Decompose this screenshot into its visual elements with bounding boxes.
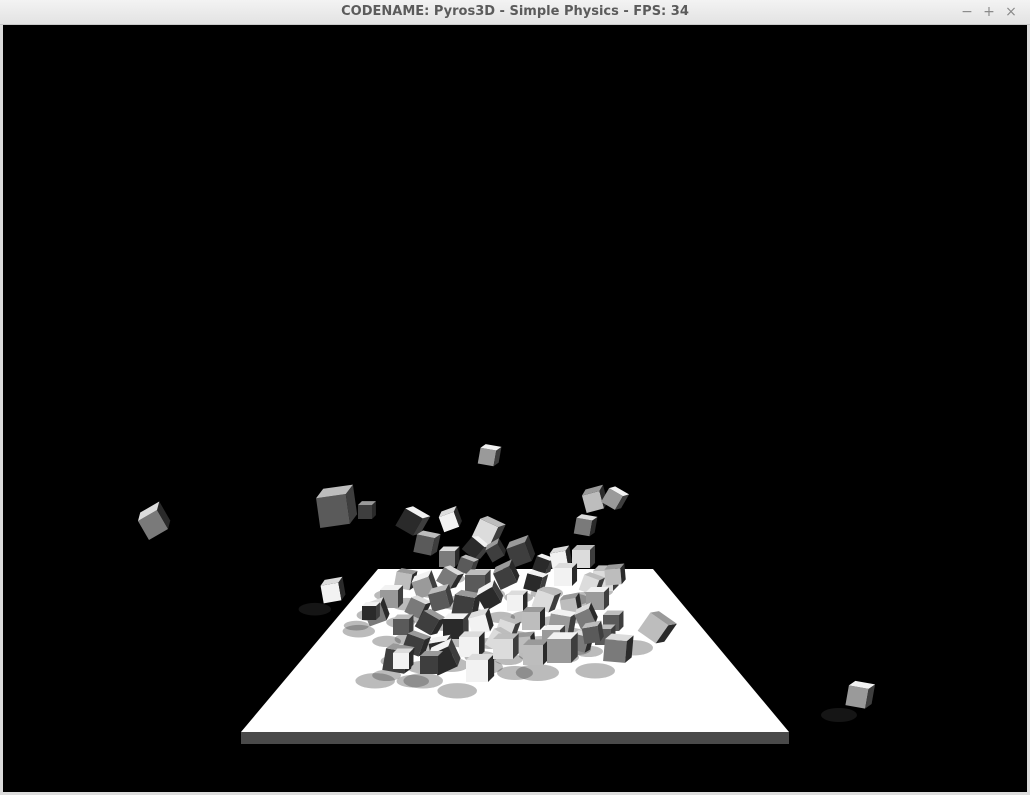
render-viewport[interactable] bbox=[3, 25, 1027, 792]
cube-shadow bbox=[298, 602, 331, 616]
cube-shadow bbox=[515, 664, 560, 681]
physics-cube bbox=[438, 506, 462, 533]
cube-shadow bbox=[437, 683, 478, 699]
physics-cube bbox=[604, 563, 626, 586]
physics-cube bbox=[547, 632, 578, 663]
physics-scene bbox=[137, 444, 876, 744]
platform-edge bbox=[241, 732, 789, 744]
physics-cube bbox=[573, 514, 598, 537]
physics-cube bbox=[358, 501, 376, 519]
window-title: CODENAME: Pyros3D - Simple Physics - FPS… bbox=[341, 4, 689, 19]
maximize-button[interactable]: + bbox=[980, 2, 998, 22]
physics-cube bbox=[601, 486, 630, 510]
title-bar[interactable]: CODENAME: Pyros3D - Simple Physics - FPS… bbox=[0, 0, 1030, 25]
physics-cube bbox=[466, 653, 495, 682]
cube-shadow bbox=[343, 620, 369, 631]
physics-cube bbox=[845, 680, 876, 709]
app-window: CODENAME: Pyros3D - Simple Physics - FPS… bbox=[0, 0, 1030, 795]
physics-cube bbox=[493, 633, 519, 659]
physics-cube bbox=[523, 639, 549, 665]
minimize-button[interactable]: − bbox=[958, 2, 976, 22]
physics-cube bbox=[420, 650, 444, 674]
physics-cube bbox=[603, 633, 634, 663]
physics-cube bbox=[554, 562, 578, 586]
physics-cube bbox=[439, 546, 460, 567]
physics-cube bbox=[393, 614, 414, 635]
window-controls: − + × bbox=[958, 2, 1020, 22]
physics-cube bbox=[137, 501, 171, 541]
physics-cube bbox=[477, 444, 502, 467]
physics-cube bbox=[522, 606, 546, 630]
physics-cube bbox=[459, 631, 485, 657]
close-button[interactable]: × bbox=[1002, 2, 1020, 22]
cube-shadow bbox=[575, 663, 615, 679]
cube-shadow bbox=[821, 708, 857, 722]
physics-cube bbox=[320, 576, 346, 604]
physics-cube bbox=[393, 648, 414, 669]
physics-cube bbox=[507, 590, 528, 611]
physics-cube bbox=[316, 484, 358, 528]
physics-cube bbox=[362, 602, 380, 620]
cube-shadow bbox=[396, 674, 429, 688]
